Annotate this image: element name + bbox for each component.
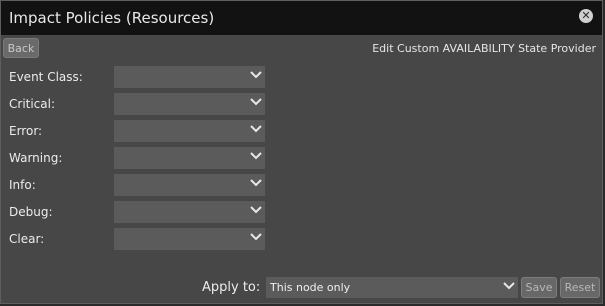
field-row-event-class: Event Class: bbox=[1, 66, 271, 88]
apply-to-select[interactable]: This node only bbox=[266, 277, 518, 298]
field-row-debug: Debug: bbox=[1, 201, 271, 223]
critical-label: Critical: bbox=[9, 97, 56, 111]
field-row-clear: Clear: bbox=[1, 228, 271, 250]
dialog-title: Impact Policies (Resources) bbox=[9, 9, 215, 27]
chevron-down-icon bbox=[503, 282, 515, 290]
chevron-down-icon bbox=[250, 233, 262, 241]
field-row-critical: Critical: bbox=[1, 93, 271, 115]
warning-label: Warning: bbox=[9, 151, 63, 165]
event-class-label: Event Class: bbox=[9, 70, 83, 84]
field-row-warning: Warning: bbox=[1, 147, 271, 169]
impact-policies-dialog: Impact Policies (Resources) ✕ Back Edit … bbox=[0, 0, 603, 304]
warning-select[interactable] bbox=[114, 147, 265, 169]
chevron-down-icon bbox=[250, 206, 262, 214]
save-button[interactable]: Save bbox=[521, 277, 557, 298]
chevron-down-icon bbox=[250, 152, 262, 160]
info-label: Info: bbox=[9, 178, 36, 192]
debug-label: Debug: bbox=[9, 205, 53, 219]
event-class-select[interactable] bbox=[114, 66, 265, 88]
debug-select[interactable] bbox=[114, 201, 265, 223]
chevron-down-icon bbox=[250, 179, 262, 187]
clear-select[interactable] bbox=[114, 228, 265, 250]
error-label: Error: bbox=[9, 124, 43, 138]
critical-select[interactable] bbox=[114, 93, 265, 115]
reset-button[interactable]: Reset bbox=[560, 277, 600, 298]
chevron-down-icon bbox=[250, 71, 262, 79]
dialog-titlebar[interactable]: Impact Policies (Resources) ✕ bbox=[1, 1, 602, 35]
apply-to-value: This node only bbox=[270, 281, 351, 294]
field-row-error: Error: bbox=[1, 120, 271, 142]
close-icon[interactable]: ✕ bbox=[579, 9, 593, 23]
back-button[interactable]: Back bbox=[3, 38, 39, 58]
clear-label: Clear: bbox=[9, 232, 45, 246]
error-select[interactable] bbox=[114, 120, 265, 142]
chevron-down-icon bbox=[250, 125, 262, 133]
editor-subtitle: Edit Custom AVAILABILITY State Provider bbox=[372, 42, 596, 55]
info-select[interactable] bbox=[114, 174, 265, 196]
apply-to-label: Apply to: bbox=[202, 280, 261, 295]
chevron-down-icon bbox=[250, 98, 262, 106]
field-row-info: Info: bbox=[1, 174, 271, 196]
